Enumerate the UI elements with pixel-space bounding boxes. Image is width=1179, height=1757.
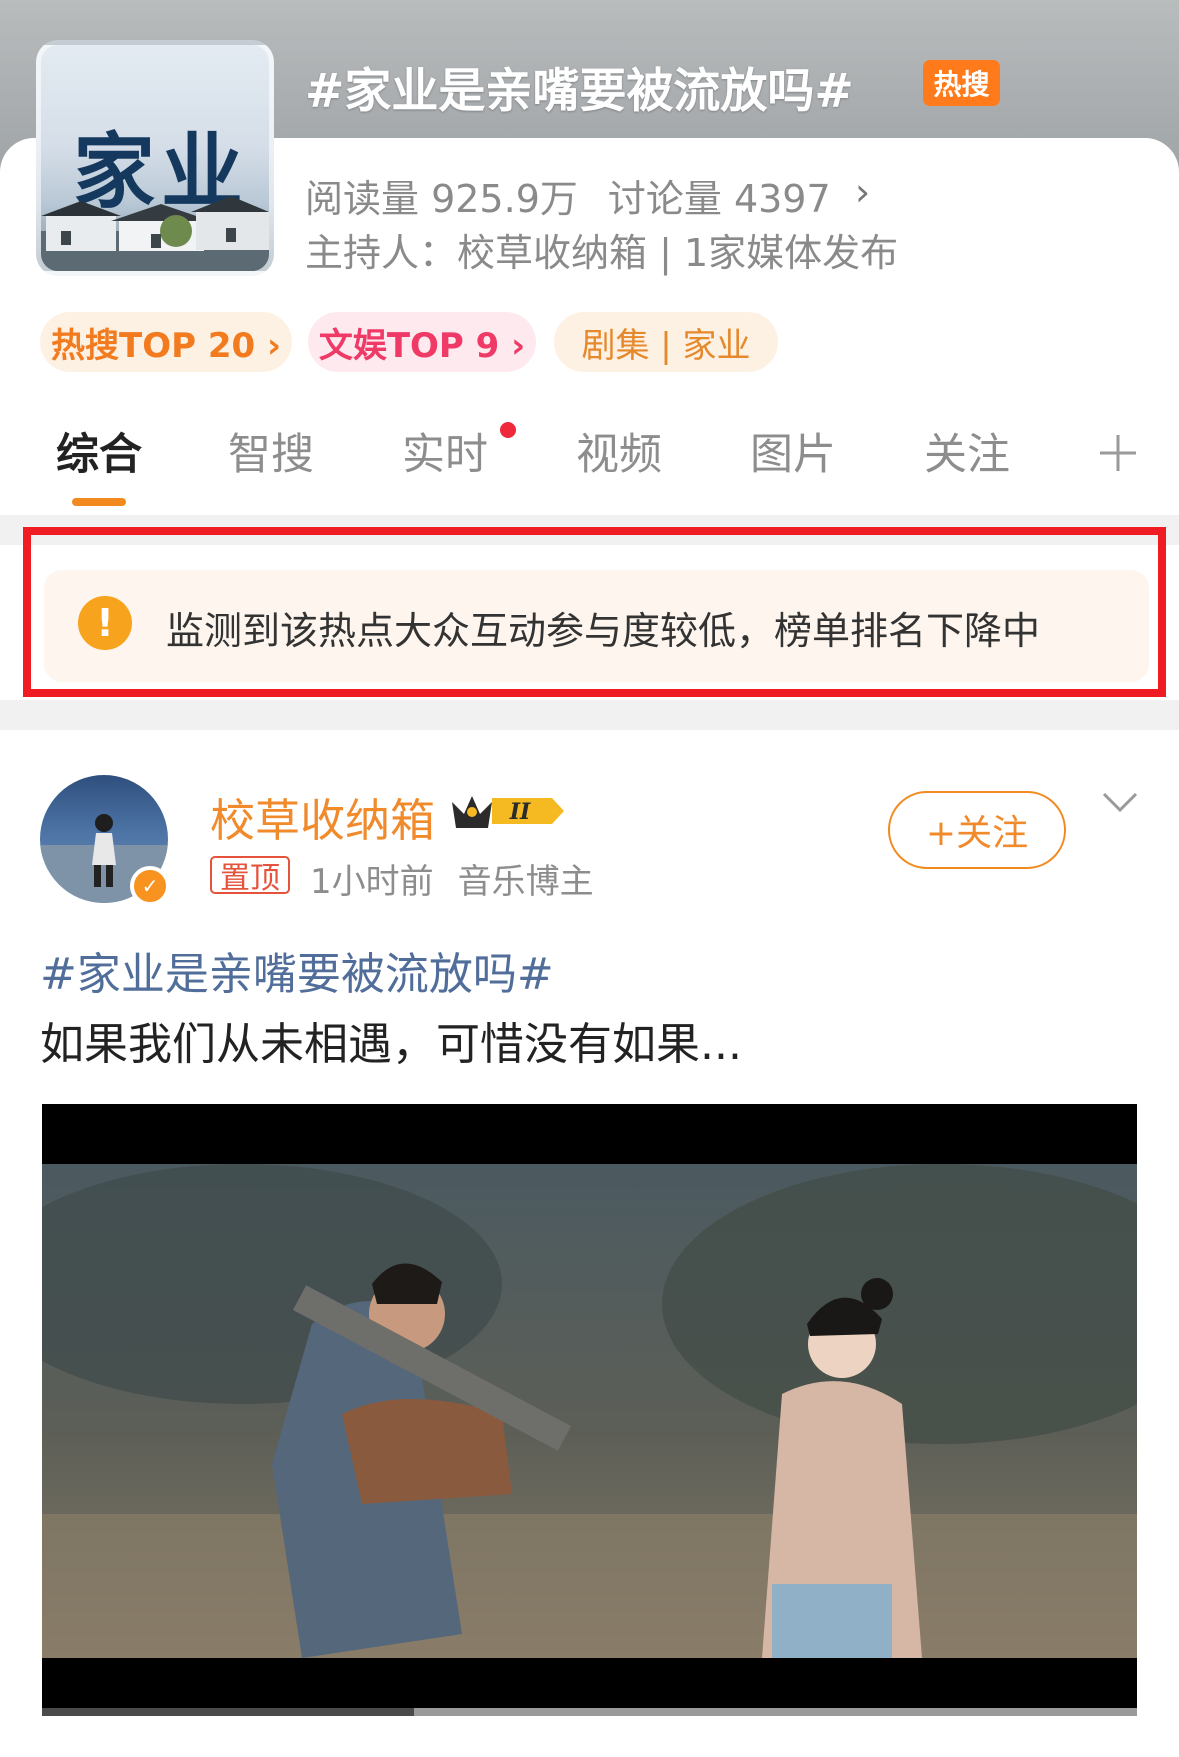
post-meta: 1小时前 音乐博主 — [310, 854, 594, 903]
post-hashtag[interactable]: #家业是亲嘴要被流放吗# — [40, 938, 554, 1002]
chevron-right-icon[interactable]: › — [855, 170, 870, 214]
verified-icon: ✓ — [130, 866, 170, 906]
topic-title: #家业是亲嘴要被流放吗# — [305, 64, 854, 119]
read-count: 阅读量 925.9万 — [305, 177, 578, 221]
section-divider — [0, 700, 1179, 730]
tab-comprehensive[interactable]: 综合 — [56, 420, 142, 482]
chevron-down-icon[interactable] — [1100, 790, 1140, 816]
village-illustration — [41, 196, 269, 271]
pinned-badge: 置顶 — [210, 856, 290, 896]
level-text: II — [509, 799, 531, 825]
author-name[interactable]: 校草收纳箱 — [210, 784, 435, 849]
new-dot — [500, 422, 516, 438]
topic-stats[interactable]: 阅读量 925.9万 讨论量 4397 — [305, 168, 831, 223]
ent-rank-chip[interactable]: 文娱TOP 9 › — [308, 312, 536, 372]
tab-smart-search[interactable]: 智搜 — [228, 420, 314, 482]
video-player[interactable] — [42, 1104, 1137, 1714]
tab-video[interactable]: 视频 — [576, 420, 662, 482]
hot-rank-chip[interactable]: 热搜TOP 20 › — [40, 312, 292, 372]
tab-images[interactable]: 图片 — [750, 420, 836, 482]
video-frame — [42, 1164, 1137, 1658]
video-progress-fill — [42, 1708, 415, 1716]
tab-realtime[interactable]: 实时 — [402, 420, 488, 482]
discussion-count: 讨论量 4397 — [607, 177, 831, 221]
topic-thumbnail[interactable]: 家业 — [36, 40, 274, 276]
post-time: 1小时前 — [310, 862, 434, 902]
hot-badge: 热搜 — [923, 60, 1000, 106]
follow-button[interactable]: +关注 — [888, 791, 1066, 869]
add-tab-icon[interactable] — [1098, 433, 1138, 473]
author-type: 音乐博主 — [457, 862, 594, 902]
post-text: 如果我们从未相遇，可惜没有如果... — [40, 1019, 742, 1070]
topic-host: 主持人：校草收纳箱 | 1家媒体发布 — [305, 231, 899, 275]
crown-badge-icon[interactable]: II — [448, 788, 566, 834]
tab-following[interactable]: 关注 — [924, 420, 1010, 482]
active-tab-indicator — [72, 498, 126, 506]
drama-chip[interactable]: 剧集 | 家业 — [554, 312, 778, 372]
highlight-annotation — [23, 527, 1166, 697]
